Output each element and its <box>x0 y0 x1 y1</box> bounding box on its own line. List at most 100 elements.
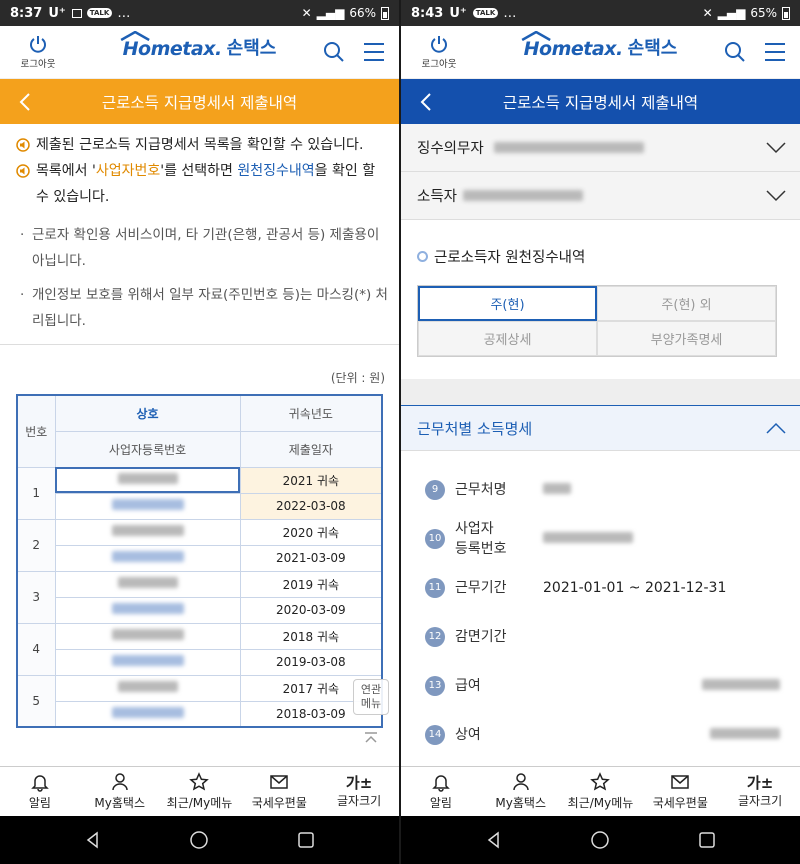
company-name-cell[interactable] <box>54 570 241 598</box>
nav-home-icon[interactable] <box>189 830 209 850</box>
company-name-cell[interactable] <box>54 674 241 702</box>
envelope-icon <box>270 775 289 789</box>
notice-text: 목록에서 '사업자번호'를 선택하면 원천징수내역을 확인 할 수 있습니다. <box>36 163 376 205</box>
detail-row: 12 감면기간 <box>425 612 780 661</box>
table-row[interactable]: 1 2021 귀속 <box>16 466 383 520</box>
scroll-top-button[interactable] <box>353 728 389 758</box>
search-icon[interactable] <box>724 41 746 63</box>
font-size-icon: 가± <box>345 774 373 792</box>
masked-value <box>117 473 178 484</box>
detail-row: 10 사업자 등록번호 <box>425 514 780 563</box>
logo-korean: 손택스 <box>627 38 678 59</box>
tab-tax-mail[interactable]: 국세우편물 <box>640 767 720 816</box>
tab-deduction-detail[interactable]: 공제상세 <box>418 321 597 356</box>
nav-back-icon[interactable] <box>485 831 503 849</box>
detail-row: 9 근무처명 <box>425 465 780 514</box>
mute-icon: ✕ <box>702 6 713 20</box>
submission-table: 번호 상호 귀속년도 사업자등록번호 제출일자 1 2021 귀속 2022-03-… <box>16 394 383 728</box>
logout-button[interactable]: 로그아웃 <box>415 34 463 70</box>
signal-icon: ▂▄▆ <box>717 6 746 20</box>
page-title-bar: 근로소득 지급명세서 제출내역 <box>0 79 399 124</box>
tab-dependents[interactable]: 부양가족명세 <box>597 321 776 356</box>
bizno-cell[interactable] <box>54 492 241 520</box>
tab-alarm[interactable]: 알림 <box>0 767 80 816</box>
menu-icon[interactable] <box>363 42 385 62</box>
year-cell: 2021 귀속 <box>239 466 383 494</box>
hometax-logo[interactable]: Hometax. 손택스 <box>521 31 678 60</box>
left-screen: 8:37 U⁺ TALK … ✕ ▂▄▆ 66% 로그아웃 Hometax. 손… <box>0 0 399 864</box>
detail-label: 상여 <box>455 726 481 743</box>
masked-value <box>111 551 184 562</box>
menu-icon[interactable] <box>764 42 786 62</box>
carrier-label: U⁺ <box>449 5 467 21</box>
row-number: 1 <box>16 466 56 520</box>
bizno-cell[interactable] <box>54 596 241 624</box>
date-cell: 2019-03-08 <box>239 648 383 676</box>
bizno-cell[interactable] <box>54 648 241 676</box>
detail-value <box>710 727 780 743</box>
nav-recents-icon[interactable] <box>297 831 315 849</box>
tab-alarm[interactable]: 알림 <box>401 767 481 816</box>
tab-font-size[interactable]: 가± 글자크기 <box>720 767 800 816</box>
nav-back-icon[interactable] <box>84 831 102 849</box>
tab-my-hometax[interactable]: My홈택스 <box>481 767 561 816</box>
accordion-earner[interactable]: 소득자 <box>401 172 800 220</box>
company-name-cell[interactable] <box>54 518 241 546</box>
tab-recent-menu[interactable]: 최근/My메뉴 <box>160 767 240 816</box>
table-row[interactable]: 3 2019 귀속 <box>16 570 383 624</box>
accordion-label: 징수의무자 <box>417 141 484 157</box>
page-title-bar: 근로소득 지급명세서 제출내역 <box>401 79 800 124</box>
table-row[interactable]: 2018-03-09 <box>17 700 383 728</box>
table-row[interactable]: 2020-03-09 <box>17 596 383 624</box>
person-icon <box>512 773 529 791</box>
related-menu-button[interactable]: 연관 메뉴 <box>353 679 389 715</box>
more-notifications-icon: … <box>503 5 518 21</box>
masked-value <box>117 577 178 588</box>
talk-icon: TALK <box>86 8 113 18</box>
workplace-income-header[interactable]: 근무처별 소득명세 <box>401 405 800 451</box>
masked-value <box>111 499 184 510</box>
header-bizno: 사업자등록번호 <box>54 430 241 468</box>
battery-percent: 66% <box>349 6 376 20</box>
table-row[interactable]: 2019-03-08 <box>17 648 383 676</box>
bizno-cell[interactable] <box>54 544 241 572</box>
masked-value <box>111 525 184 536</box>
header-num: 번호 <box>16 394 56 468</box>
nav-home-icon[interactable] <box>590 830 610 850</box>
chevron-down-icon <box>766 141 786 153</box>
search-icon[interactable] <box>323 41 345 63</box>
tab-recent-menu[interactable]: 최근/My메뉴 <box>561 767 641 816</box>
date-cell: 2020-03-09 <box>239 596 383 624</box>
masked-value <box>702 678 780 690</box>
status-bar: 8:43 U⁺ TALK … ✕ ▂▄▆ 65% <box>401 0 800 26</box>
company-name-cell[interactable] <box>54 466 241 494</box>
bottom-tab-bar: 알림 My홈택스 최근/My메뉴 국세우편물 가± 글자크기 <box>401 766 800 816</box>
hometax-logo[interactable]: Hometax. 손택스 <box>120 31 276 60</box>
app-header: 로그아웃 Hometax. 손택스 <box>401 26 800 79</box>
table-row[interactable]: 2 2020 귀속 <box>16 518 383 572</box>
accordion-withholder[interactable]: 징수의무자 <box>401 124 800 172</box>
table-row[interactable]: 4 2018 귀속 <box>16 622 383 676</box>
year-cell: 2020 귀속 <box>239 518 383 546</box>
detail-value: 2021-01-01 ~ 2021-12-31 <box>543 579 727 596</box>
nav-recents-icon[interactable] <box>698 831 716 849</box>
company-name-cell[interactable] <box>54 622 241 650</box>
logout-label: 로그아웃 <box>421 59 457 70</box>
back-arrow-icon[interactable] <box>415 90 439 114</box>
bizno-cell[interactable] <box>54 700 241 728</box>
row-number: 3 <box>16 570 56 624</box>
item-number-badge: 10 <box>425 528 445 549</box>
masked-value <box>111 603 184 614</box>
table-row[interactable]: 2021-03-09 <box>17 544 383 572</box>
tab-main-current[interactable]: 주(현) <box>418 286 597 321</box>
table-row[interactable]: 5 2017 귀속 <box>16 674 383 728</box>
table-row[interactable]: 2022-03-08 <box>17 492 383 520</box>
date-cell: 2021-03-09 <box>239 544 383 572</box>
tab-my-hometax[interactable]: My홈택스 <box>80 767 160 816</box>
tab-tax-mail[interactable]: 국세우편물 <box>239 767 319 816</box>
back-arrow-icon[interactable] <box>14 90 38 114</box>
logout-button[interactable]: 로그아웃 <box>14 34 62 70</box>
tab-font-size[interactable]: 가± 글자크기 <box>319 767 399 816</box>
tab-main-other[interactable]: 주(현) 외 <box>597 286 776 321</box>
chevron-down-icon <box>766 189 786 201</box>
